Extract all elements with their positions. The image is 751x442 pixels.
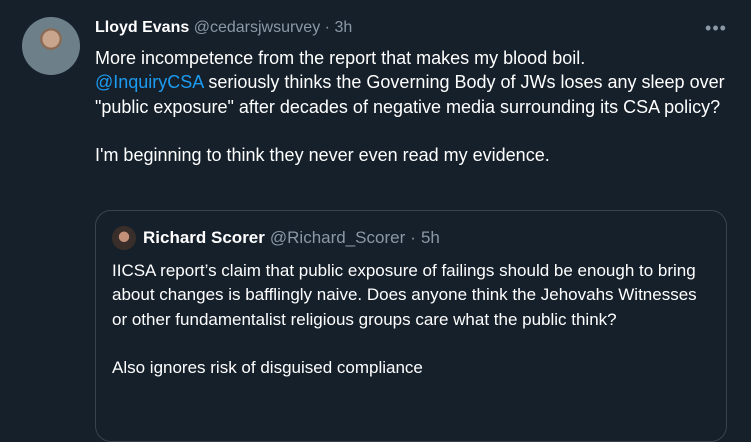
separator-dot: · (324, 19, 330, 36)
author-name[interactable]: Lloyd Evans (95, 19, 189, 36)
tweet-line: More incompetence from the report that m… (95, 48, 586, 68)
tweet-line: I'm beginning to think they never even r… (95, 145, 550, 166)
tweet[interactable]: Lloyd Evans @cedarsjwsurvey · 3h ••• Mor… (0, 0, 751, 442)
quoted-author-avatar (112, 226, 136, 250)
quoted-tweet[interactable]: Richard Scorer @Richard_Scorer · 5h IICS… (95, 210, 727, 442)
mention-link[interactable]: @InquiryCSA (95, 72, 203, 92)
quoted-paragraph: Also ignores risk of disguised complianc… (112, 358, 423, 378)
author-avatar[interactable] (22, 17, 80, 75)
tweet-header: Lloyd Evans @cedarsjwsurvey · 3h (95, 17, 675, 39)
quoted-author-handle: @Richard_Scorer (269, 228, 406, 247)
quoted-paragraph: IICSA report’s claim that public exposur… (112, 261, 697, 329)
quoted-tweet-header: Richard Scorer @Richard_Scorer · 5h (112, 226, 702, 250)
tweet-text: More incompetence from the report that m… (95, 46, 735, 168)
tweet-paragraph: @InquiryCSA seriously thinks the Governi… (95, 70, 735, 119)
separator-dot: · (410, 228, 416, 247)
author-handle[interactable]: @cedarsjwsurvey (194, 19, 321, 36)
quoted-author-name: Richard Scorer (143, 228, 265, 247)
quoted-tweet-time: 5h (420, 228, 440, 247)
more-options-label: ••• (705, 17, 727, 38)
quoted-tweet-text: IICSA report’s claim that public exposur… (112, 259, 712, 381)
tweet-time[interactable]: 3h (334, 19, 352, 36)
more-options-icon[interactable]: ••• (702, 14, 730, 42)
